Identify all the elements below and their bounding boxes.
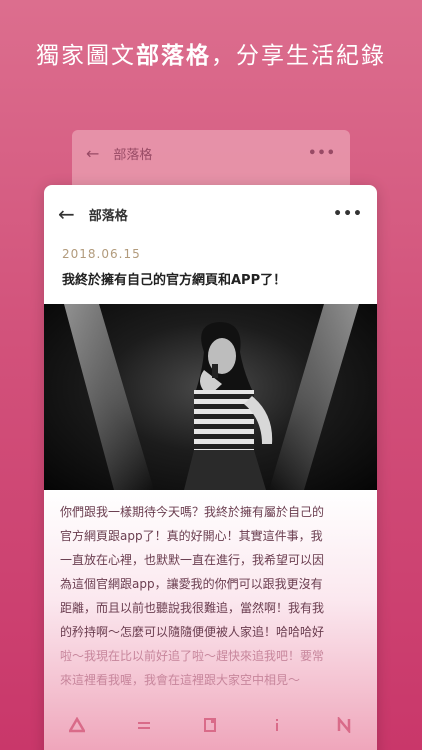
post-date: 2018.06.15	[62, 247, 141, 261]
tab-triangle[interactable]	[69, 717, 86, 733]
post-line-3: 一直放在心裡，也默默一直在進行，我希望可以因	[60, 553, 325, 567]
page-headline: 獨家圖文部落格，分享生活紀錄	[0, 36, 422, 70]
card-header: ← 部落格 •••	[44, 185, 377, 243]
triangle-icon	[69, 717, 86, 733]
headline-bold: 部落格	[136, 43, 211, 69]
singer-photo-illustration	[64, 304, 359, 490]
post-line-4: 為這個官網跟app，讓愛我的你們可以跟我更沒有	[60, 577, 323, 591]
tab-page[interactable]	[202, 717, 218, 733]
headline-part1: 獨家圖文	[36, 43, 136, 69]
background-card: ← 部落格 •••	[72, 130, 350, 190]
post-line-1: 你們跟我一樣期待今天嗎？我終於擁有屬於自己的	[60, 505, 325, 519]
swap-icon	[137, 722, 150, 729]
post-line-8: 來這裡看我喔，我會在這裡跟大家空中相見～	[60, 673, 301, 687]
more-icon: •••	[308, 145, 336, 161]
post-title: 我終於擁有自己的官方網頁和APP了！	[62, 273, 287, 288]
info-icon	[276, 719, 279, 731]
headline-part2: ，分享生活紀錄	[211, 43, 386, 69]
background-card-title: 部落格	[113, 147, 153, 163]
background-card-header: ← 部落格 •••	[72, 130, 350, 176]
more-options-icon[interactable]: •••	[333, 206, 363, 222]
back-arrow-icon[interactable]: ←	[58, 202, 75, 226]
post-line-5: 距離，而且以前也聽說我很難追，當然啊！我有我	[60, 601, 325, 615]
bottom-tab-bar	[44, 705, 377, 745]
blog-card: ← 部落格 ••• 2018.06.15 我終於擁有自己的官方網頁和APP了！	[44, 185, 377, 750]
back-arrow-icon: ←	[86, 143, 100, 163]
post-line-7: 啦～我現在比以前好追了啦～趕快來追我吧！要常	[60, 649, 325, 663]
card-title: 部落格	[88, 208, 128, 224]
tab-swap[interactable]	[136, 717, 152, 733]
post-photo	[44, 304, 377, 490]
tab-n[interactable]	[336, 717, 352, 733]
n-icon	[337, 717, 350, 733]
page-icon	[204, 718, 217, 732]
post-line-2: 官方網頁跟app了！真的好開心！其實這件事，我	[60, 529, 323, 543]
tab-info[interactable]	[269, 717, 285, 733]
post-line-6: 的矜持啊～怎麼可以隨隨便便被人家追！哈哈哈好	[60, 625, 325, 639]
